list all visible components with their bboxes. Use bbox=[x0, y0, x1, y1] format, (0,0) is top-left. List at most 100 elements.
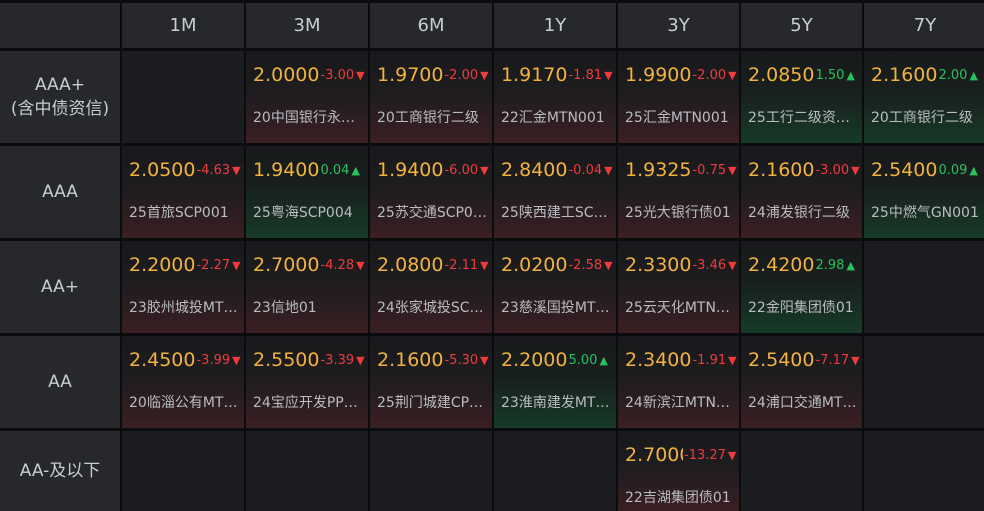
column-header-1m[interactable]: 1M bbox=[122, 3, 244, 48]
triangle-down-icon: ▼ bbox=[728, 68, 737, 82]
column-header-7y[interactable]: 7Y bbox=[864, 3, 984, 48]
yield-line: 2.1600 2.00 ▲ bbox=[871, 63, 984, 87]
triangle-down-icon: ▼ bbox=[232, 353, 241, 367]
yield-cell[interactable]: 2.1600 2.00 ▲ 20工商银行二级 bbox=[864, 51, 984, 143]
yield-cell[interactable]: 2.1600 -3.00 ▼ 24浦发银行二级 bbox=[741, 146, 862, 238]
yield-line: 2.7000 -4.28 ▼ bbox=[253, 253, 366, 277]
triangle-down-icon: ▼ bbox=[728, 353, 737, 367]
empty-cell bbox=[370, 431, 492, 511]
yield-line: 2.4500 -3.99 ▼ bbox=[129, 348, 242, 372]
yield-change: -2.58 bbox=[568, 257, 603, 273]
rating-label: AA bbox=[0, 336, 120, 428]
yield-change: 2.98 bbox=[815, 257, 845, 273]
yield-change: -1.91 bbox=[692, 352, 727, 368]
bond-name: 25光大银行债01 bbox=[625, 205, 731, 221]
yield-cell[interactable]: 2.3400 -1.91 ▼ 24新滨江MTN001 bbox=[618, 336, 739, 428]
triangle-down-icon: ▼ bbox=[728, 163, 737, 177]
yield-cell[interactable]: 1.9900 -2.00 ▼ 25汇金MTN001 bbox=[618, 51, 739, 143]
empty-cell bbox=[864, 431, 984, 511]
yield-line: 2.0000 -3.00 ▼ bbox=[253, 63, 366, 87]
yield-cell[interactable]: 2.0200-2.58▼ 23慈溪国投MTN001 bbox=[494, 241, 616, 333]
rating-label-line: AA+ bbox=[41, 277, 79, 297]
yield-cell[interactable]: 1.9400 -6.00 ▼ 25苏交通SCP003 bbox=[370, 146, 492, 238]
empty-cell bbox=[741, 431, 862, 511]
yield-rate: 1.9700 bbox=[377, 64, 444, 86]
yield-rate: 2.0500 bbox=[129, 159, 196, 181]
column-header-3y[interactable]: 3Y bbox=[618, 3, 739, 48]
yield-cell[interactable]: 2.3300 -3.46 ▼ 25云天化MTN001 bbox=[618, 241, 739, 333]
yield-rate: 2.5400 bbox=[748, 349, 815, 371]
yield-cell[interactable]: 2.0850 1.50 ▲ 25工行二级资本债 bbox=[741, 51, 862, 143]
bond-name: 25荆门城建CP001 bbox=[377, 395, 488, 411]
yield-cell[interactable]: 2.7000 -4.28 ▼ 23信地01 bbox=[246, 241, 368, 333]
triangle-down-icon: ▼ bbox=[480, 258, 489, 272]
yield-rate: 2.1600 bbox=[748, 159, 815, 181]
triangle-down-icon: ▼ bbox=[604, 163, 613, 177]
yield-rate: 2.3400 bbox=[625, 349, 692, 371]
yield-change: -2.27 bbox=[196, 257, 231, 273]
yield-change: -3.00 bbox=[320, 67, 355, 83]
yield-line: 1.9400 0.04 ▲ bbox=[253, 158, 366, 182]
yield-cell[interactable]: 2.5400-7.17▼ 24浦口交通MTN001 bbox=[741, 336, 862, 428]
yield-rate: 2.1600 bbox=[871, 64, 938, 86]
yield-cell[interactable]: 1.9325 -0.75 ▼ 25光大银行债01 bbox=[618, 146, 739, 238]
yield-cell[interactable]: 2.0500 -4.63 ▼ 25首旅SCP001 bbox=[122, 146, 244, 238]
yield-rate: 2.4500 bbox=[129, 349, 196, 371]
yield-rate: 1.9900 bbox=[625, 64, 692, 86]
yield-cell[interactable]: 2.0000-3.00▼ 20中国银行永续债01 bbox=[246, 51, 368, 143]
yield-rate: 1.9325 bbox=[625, 159, 692, 181]
yield-cell[interactable]: 1.9400 0.04 ▲ 25粤海SCP004 bbox=[246, 146, 368, 238]
yield-cell[interactable]: 2.4500-3.99▼ 20临淄公有MTN001 bbox=[122, 336, 244, 428]
bond-name: 20临淄公有MTN001 bbox=[129, 395, 240, 411]
yield-rate: 1.9170 bbox=[501, 64, 568, 86]
rating-label: AAA bbox=[0, 146, 120, 238]
column-header-5y[interactable]: 5Y bbox=[741, 3, 862, 48]
yield-cell[interactable]: 1.9700 -2.00 ▼ 20工商银行二级 bbox=[370, 51, 492, 143]
yield-change: -6.00 bbox=[444, 162, 479, 178]
yield-change: -0.04 bbox=[568, 162, 603, 178]
yield-rate: 2.0800 bbox=[377, 254, 444, 276]
triangle-down-icon: ▼ bbox=[356, 353, 365, 367]
yield-rate: 2.5400 bbox=[871, 159, 938, 181]
yield-change: 2.00 bbox=[938, 67, 968, 83]
bond-name: 25苏交通SCP003 bbox=[377, 205, 488, 221]
yield-line: 2.2000 5.00 ▲ bbox=[501, 348, 614, 372]
yield-change: -13.27 bbox=[684, 447, 726, 463]
yield-line: 2.0850 1.50 ▲ bbox=[748, 63, 860, 87]
yield-rate: 2.3300 bbox=[625, 254, 692, 276]
yield-matrix: 1M 3M 6M 1Y 3Y 5Y 7Y AAA+ (含中债资信) 2.0000 -3.00 ▼ 20中… bbox=[0, 0, 984, 511]
yield-line: 1.9325 -0.75 ▼ bbox=[625, 158, 737, 182]
column-header-6m[interactable]: 6M bbox=[370, 3, 492, 48]
yield-cell[interactable]: 1.9170 -1.81 ▼ 22汇金MTN001 bbox=[494, 51, 616, 143]
yield-cell[interactable]: 2.7000-13.27▼ 22吉湖集团债01 bbox=[618, 431, 739, 511]
yield-change: -4.28 bbox=[320, 257, 355, 273]
yield-cell[interactable]: 2.0800-2.11▼ 24张家城投SCP001 bbox=[370, 241, 492, 333]
triangle-up-icon: ▲ bbox=[969, 163, 978, 177]
yield-cell[interactable]: 2.5400 0.09 ▲ 25中燃气GN001 bbox=[864, 146, 984, 238]
yield-rate: 2.2000 bbox=[129, 254, 196, 276]
bond-name: 20工商银行二级 bbox=[871, 110, 973, 126]
triangle-down-icon: ▼ bbox=[480, 163, 489, 177]
empty-cell bbox=[864, 336, 984, 428]
yield-cell[interactable]: 2.2000-2.27▼ 23胶州城投MTN001 bbox=[122, 241, 244, 333]
yield-change: 1.50 bbox=[815, 67, 845, 83]
yield-cell[interactable]: 2.4200 2.98 ▲ 22金阳集团债01 bbox=[741, 241, 862, 333]
triangle-down-icon: ▼ bbox=[356, 68, 365, 82]
yield-cell[interactable]: 2.20005.00▲ 23淮南建发MTN001 bbox=[494, 336, 616, 428]
yield-rate: 2.8400 bbox=[501, 159, 568, 181]
column-header-1y[interactable]: 1Y bbox=[494, 3, 616, 48]
yield-line: 2.1600 -5.30 ▼ bbox=[377, 348, 490, 372]
triangle-down-icon: ▼ bbox=[727, 448, 737, 462]
yield-line: 2.5500 -3.39 ▼ bbox=[253, 348, 366, 372]
column-header-3m[interactable]: 3M bbox=[246, 3, 368, 48]
yield-line: 2.5400 0.09 ▲ bbox=[871, 158, 984, 182]
yield-cell[interactable]: 2.1600 -5.30 ▼ 25荆门城建CP001 bbox=[370, 336, 492, 428]
yield-cell[interactable]: 2.5500-3.39▼ 24宝应开发PPN001 bbox=[246, 336, 368, 428]
bond-name: 22汇金MTN001 bbox=[501, 110, 605, 126]
bond-name: 23淮南建发MTN001 bbox=[501, 395, 612, 411]
empty-cell bbox=[122, 431, 244, 511]
bond-name: 25陕西建工SCP001 bbox=[501, 205, 612, 221]
bond-name: 24宝应开发PPN001 bbox=[253, 395, 364, 411]
yield-line: 2.5400 -7.17 ▼ bbox=[748, 348, 860, 372]
yield-cell[interactable]: 2.8400-0.04▼ 25陕西建工SCP001 bbox=[494, 146, 616, 238]
